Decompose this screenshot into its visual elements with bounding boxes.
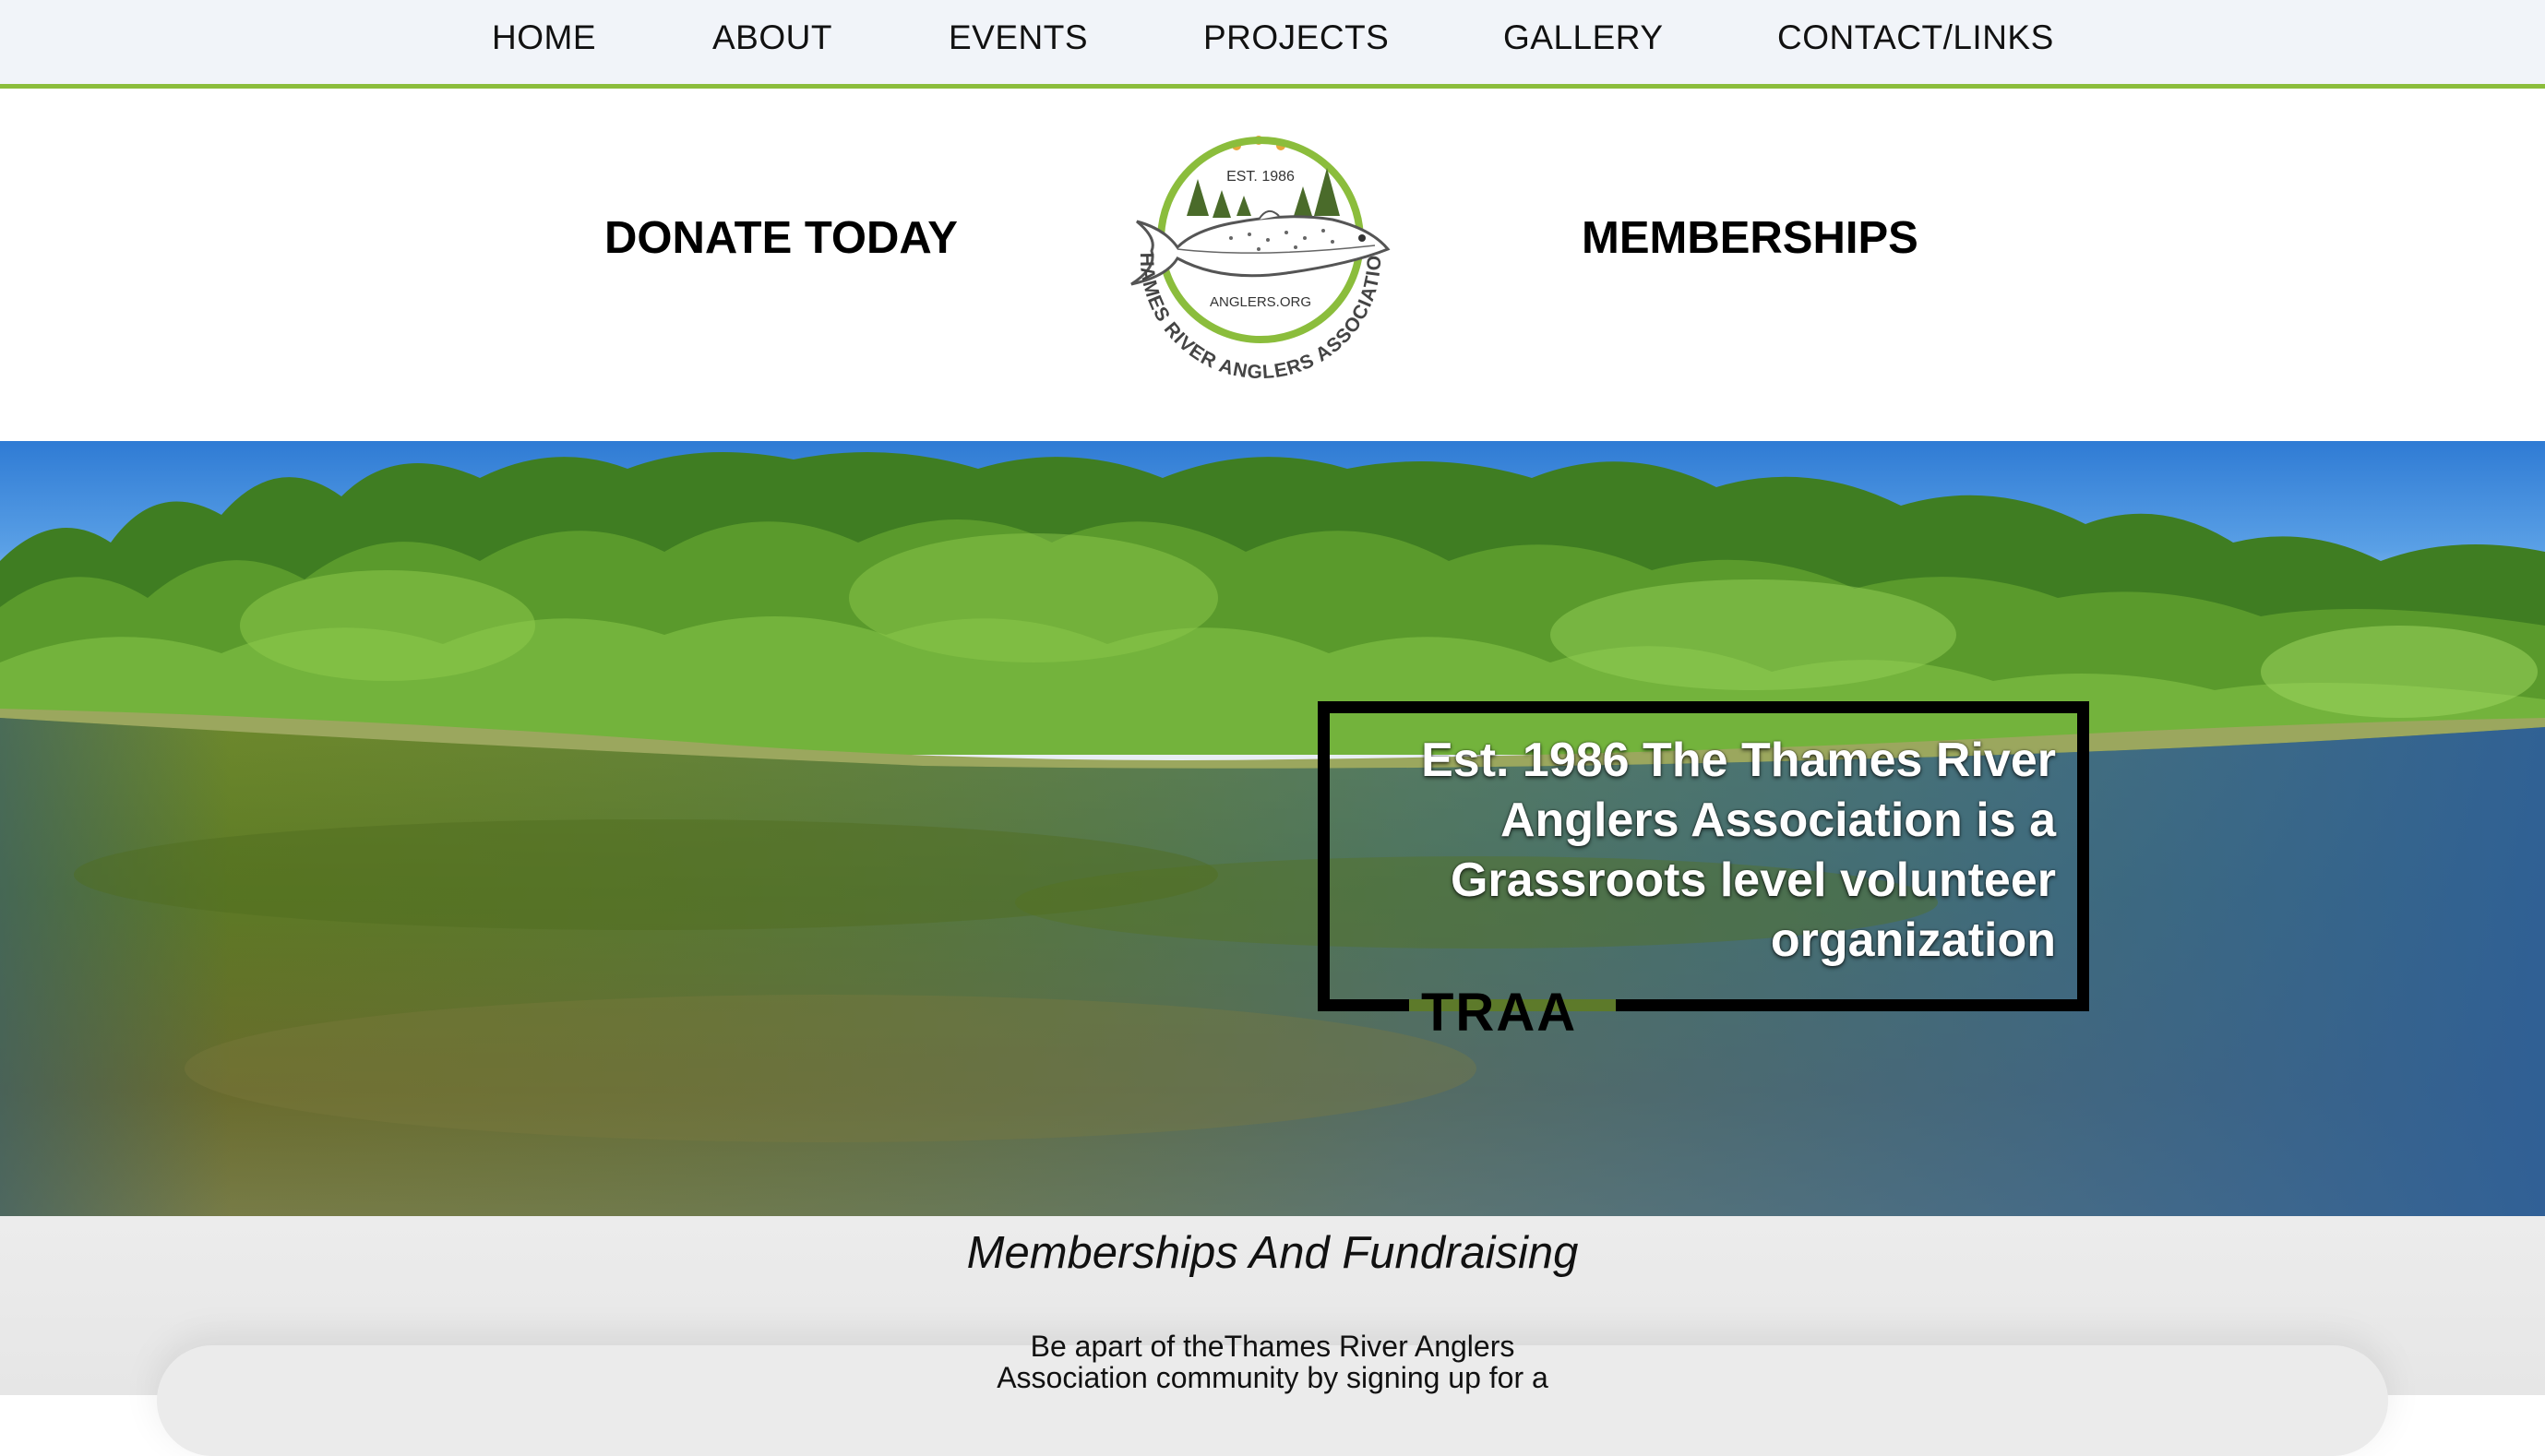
nav-contact-links[interactable]: CONTACT/LINKS — [1777, 18, 2054, 57]
memberships-link[interactable]: MEMBERSHIPS — [1582, 212, 1918, 264]
svg-text:ANGLERS.ORG: ANGLERS.ORG — [1210, 294, 1311, 310]
nav-projects[interactable]: PROJECTS — [1203, 18, 1389, 57]
traa-tag: TRAA — [1421, 983, 1578, 1043]
donate-today-link[interactable]: DONATE TODAY — [604, 212, 958, 264]
hero-quote: Est. 1986 The Thames River Anglers Assoc… — [1421, 734, 2056, 967]
section-body-line-1: Be apart of theThames River Anglers — [1030, 1330, 1515, 1363]
nav-about[interactable]: ABOUT — [712, 18, 832, 57]
site-header: DONATE TODAY EST. 1986 ANGLERS.ORG HAMES… — [0, 89, 2545, 441]
nav-home[interactable]: HOME — [492, 18, 596, 57]
section-title: Memberships And Fundraising — [966, 1228, 1579, 1278]
nav-events[interactable]: EVENTS — [949, 18, 1088, 57]
top-nav: HOME ABOUT EVENTS PROJECTS GALLERY CONTA… — [0, 0, 2545, 89]
thames-river-anglers-logo[interactable]: EST. 1986 ANGLERS.ORG THAMES RIVER ANGLE… — [1120, 120, 1401, 382]
memberships-section: Memberships And Fundraising Be apart of … — [0, 1216, 2545, 1456]
hero-banner: Est. 1986 The Thames River Anglers Assoc… — [0, 441, 2545, 1216]
nav-gallery[interactable]: GALLERY — [1503, 18, 1664, 57]
river-landscape-image — [0, 452, 2545, 1216]
svg-text:EST. 1986: EST. 1986 — [1226, 169, 1295, 185]
section-body-line-2: Association community by signing up for … — [997, 1361, 1548, 1394]
section-body: Be apart of theThames River Anglers Asso… — [950, 1331, 1595, 1393]
